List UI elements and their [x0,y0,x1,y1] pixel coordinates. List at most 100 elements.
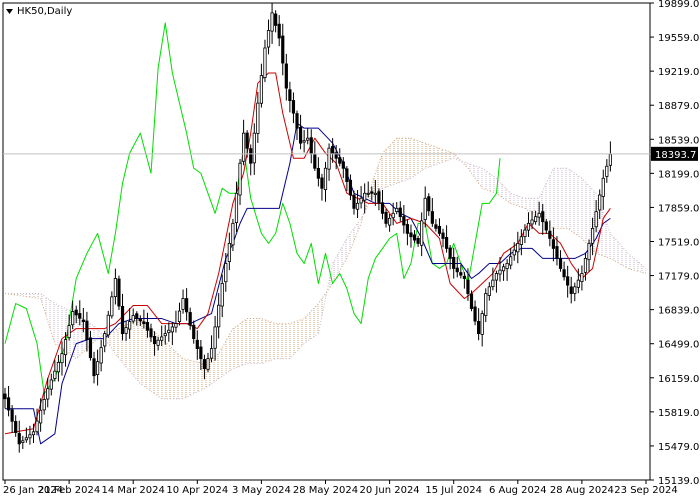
cloud-segment [165,341,169,399]
cloud-segment [247,318,251,364]
y-tick-label: 16839.0 [658,306,699,317]
cloud-segment [492,175,497,194]
cloud-segment [282,323,287,359]
cloud-segment [396,138,401,184]
cloud-segment [143,321,148,389]
cloud-segment [528,198,533,214]
cloud-segment [617,241,622,265]
cloud-segment [54,303,59,347]
cloud-segment [168,345,173,399]
cloud-segment [58,305,62,349]
cloud-segment [286,323,290,359]
y-tick-label: 18199.0 [658,169,699,180]
cloud-segment [29,293,34,298]
x-tick-label: 20 Jun 2024 [360,485,420,496]
x-tick-label: 3 May 2024 [232,485,291,496]
cloud-segment [574,173,579,236]
current-price-label: 18393.7 [655,150,696,161]
cloud-segment [311,307,315,339]
cloud-segment [193,361,198,394]
cloud-segment [571,170,575,234]
cloud-segment [407,138,411,180]
cloud-segment [581,178,586,243]
cloud-segment [443,149,447,162]
cloud-segment [190,360,194,396]
cloud-segment [549,168,554,229]
x-tick-label: 15 Jul 2024 [425,485,482,496]
x-tick-label: 28 May 2024 [293,485,358,496]
y-tick-label: 17519.0 [658,238,699,249]
cloud-segment [129,321,134,376]
cloud-segment [225,334,230,374]
cloud-segment [183,358,187,399]
cloud-segment [553,168,557,229]
cloud-segment [389,141,394,186]
cloud-segment [414,139,419,176]
cloud-segment [560,168,565,229]
x-tick-label: 21 Feb 2024 [38,485,100,496]
cloud-segment [243,318,248,365]
cloud-segment [450,151,454,160]
symbol-label: HK50,Daily [17,6,72,17]
cloud-segment [236,323,241,368]
y-tick-label: 19899.0 [658,0,699,10]
cloud-segment [172,348,176,399]
cloud-segment [297,319,301,352]
cloud-segment [37,293,41,299]
cloud-segment [403,138,408,181]
cloud-segment [428,144,433,167]
cloud-segment [300,318,305,348]
cloud-segment [289,322,294,359]
cloud-segment [435,146,440,165]
cloud-segment [514,194,518,206]
cloud-segment [517,195,522,208]
cloud-segment [261,318,265,364]
y-tick-label: 19219.0 [658,67,699,78]
cloud-segment [133,320,137,380]
y-tick-label: 18879.0 [658,101,699,112]
cloud-segment [136,318,141,384]
cloud-segment [186,359,191,398]
cloud-segment [240,321,244,367]
y-tick-label: 15479.0 [658,442,699,453]
cloud-segment [279,323,283,359]
cloud-segment [400,138,404,183]
cloud-segment [446,150,451,161]
cloud-segment [556,168,561,229]
cloud-segment [215,353,219,382]
cloud-segment [115,328,119,359]
y-axis: 19899.0 19559.0 19219.0 18879.0 18539.0 18199… [650,0,699,487]
cloud-segment [211,356,216,384]
cloud-segment [585,182,590,246]
cloud-segment [175,351,180,399]
cloud-segment [179,355,184,399]
cloud-segment [510,193,515,205]
cloud-segment [254,318,258,364]
cloud-segment [161,338,166,399]
cloud-segment [418,140,422,174]
cloud-segment [304,314,308,344]
cloud-segment [232,326,237,369]
cloud-segment [197,361,201,393]
cloud-segment [76,313,80,359]
cloud-segment [421,141,426,171]
cloud-segment [567,168,572,231]
ichimoku-candlestick-chart: 18393.7 19899.0 19559.0 19219.0 18879.0 1853… [0,0,700,500]
cloud-segment [410,138,415,179]
x-tick-label: 28 Aug 2024 [550,485,614,496]
candle [117,275,121,310]
cloud-segment [250,318,255,364]
cloud-segment [482,168,486,190]
cloud-segment [578,175,582,239]
cloud-segment [268,321,273,362]
candle [106,310,110,339]
cloud-segment [264,319,269,363]
cloud-segment [564,168,568,229]
y-tick-label: 16159.0 [658,374,699,385]
cloud-segment [439,148,444,164]
cloud-segment [393,138,397,185]
x-tick-label: 14 Mar 2024 [101,485,164,496]
cloud-segment [386,145,390,188]
cloud-segment [382,149,387,189]
x-tick-label: 23 Sep 2024 [614,485,677,496]
